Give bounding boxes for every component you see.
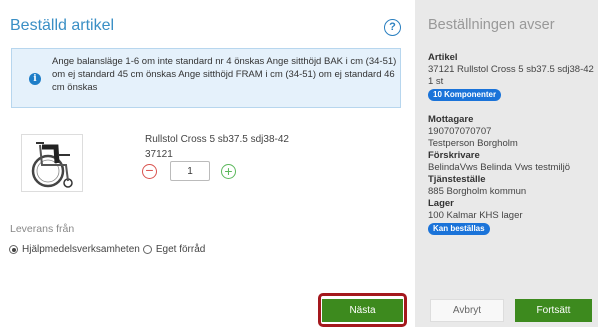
product-number: 37121 — [145, 149, 173, 160]
plus-circle-icon[interactable]: + — [221, 164, 236, 179]
delivery-label: Leverans från — [10, 223, 75, 235]
radio-eget-forrad[interactable] — [142, 245, 152, 254]
quantity-input[interactable] — [170, 161, 210, 181]
radio-hjalpmedel[interactable] — [9, 245, 18, 254]
receiver-id: 190707070707 — [428, 126, 492, 137]
info-box: i Ange balansläge 1-6 om inte standard n… — [11, 48, 401, 108]
product-name: Rullstol Cross 5 sb37.5 sdj38-42 — [145, 134, 289, 145]
storage-value: 100 Kalmar KHS lager — [428, 210, 523, 221]
storage-label: Lager — [428, 198, 454, 209]
delivery-options: Hjälpmedelsverksamheten Eget förråd — [9, 244, 208, 255]
service-label: Tjänsteställe — [428, 174, 486, 185]
prescriber-label: Förskrivare — [428, 150, 480, 161]
order-article-panel: Beställd artikel ? i Ange balansläge 1-6… — [0, 0, 412, 327]
orderable-badge: Kan beställas — [428, 223, 490, 235]
continue-button[interactable]: Fortsätt — [515, 299, 592, 322]
article-value: 37121 Rullstol Cross 5 sb37.5 sdj38-42 — [428, 64, 594, 75]
radio-label-hjalpmedel[interactable]: Hjälpmedelsverksamheten — [22, 244, 140, 255]
receiver-name: Testperson Borgholm — [428, 138, 518, 149]
next-button[interactable]: Nästa — [322, 299, 403, 322]
components-badge[interactable]: 10 Komponenter — [428, 89, 502, 101]
radio-label-eget-forrad[interactable]: Eget förråd — [156, 244, 205, 255]
page-title: Beställd artikel — [10, 17, 115, 34]
article-label: Artikel — [428, 52, 458, 63]
prescriber-value: BelindaVws Belinda Vws testmiljö — [428, 162, 571, 173]
minus-circle-icon[interactable]: − — [142, 163, 157, 179]
receiver-label: Mottagare — [428, 114, 474, 125]
summary-content: Artikel 37121 Rullstol Cross 5 sb37.5 sd… — [428, 52, 598, 235]
article-quantity: 1 st — [428, 76, 444, 87]
info-circle-icon: i — [29, 73, 41, 85]
summary-title: Beställningen avser — [428, 17, 555, 33]
info-text: Ange balansläge 1-6 om inte standard nr … — [52, 56, 397, 93]
cancel-button[interactable]: Avbryt — [430, 299, 504, 322]
order-summary-panel: Beställningen avser Artikel 37121 Rullst… — [415, 0, 598, 327]
question-circle-icon[interactable]: ? — [384, 19, 401, 36]
wheelchair-image — [21, 134, 83, 192]
service-value: 885 Borgholm kommun — [428, 186, 527, 197]
